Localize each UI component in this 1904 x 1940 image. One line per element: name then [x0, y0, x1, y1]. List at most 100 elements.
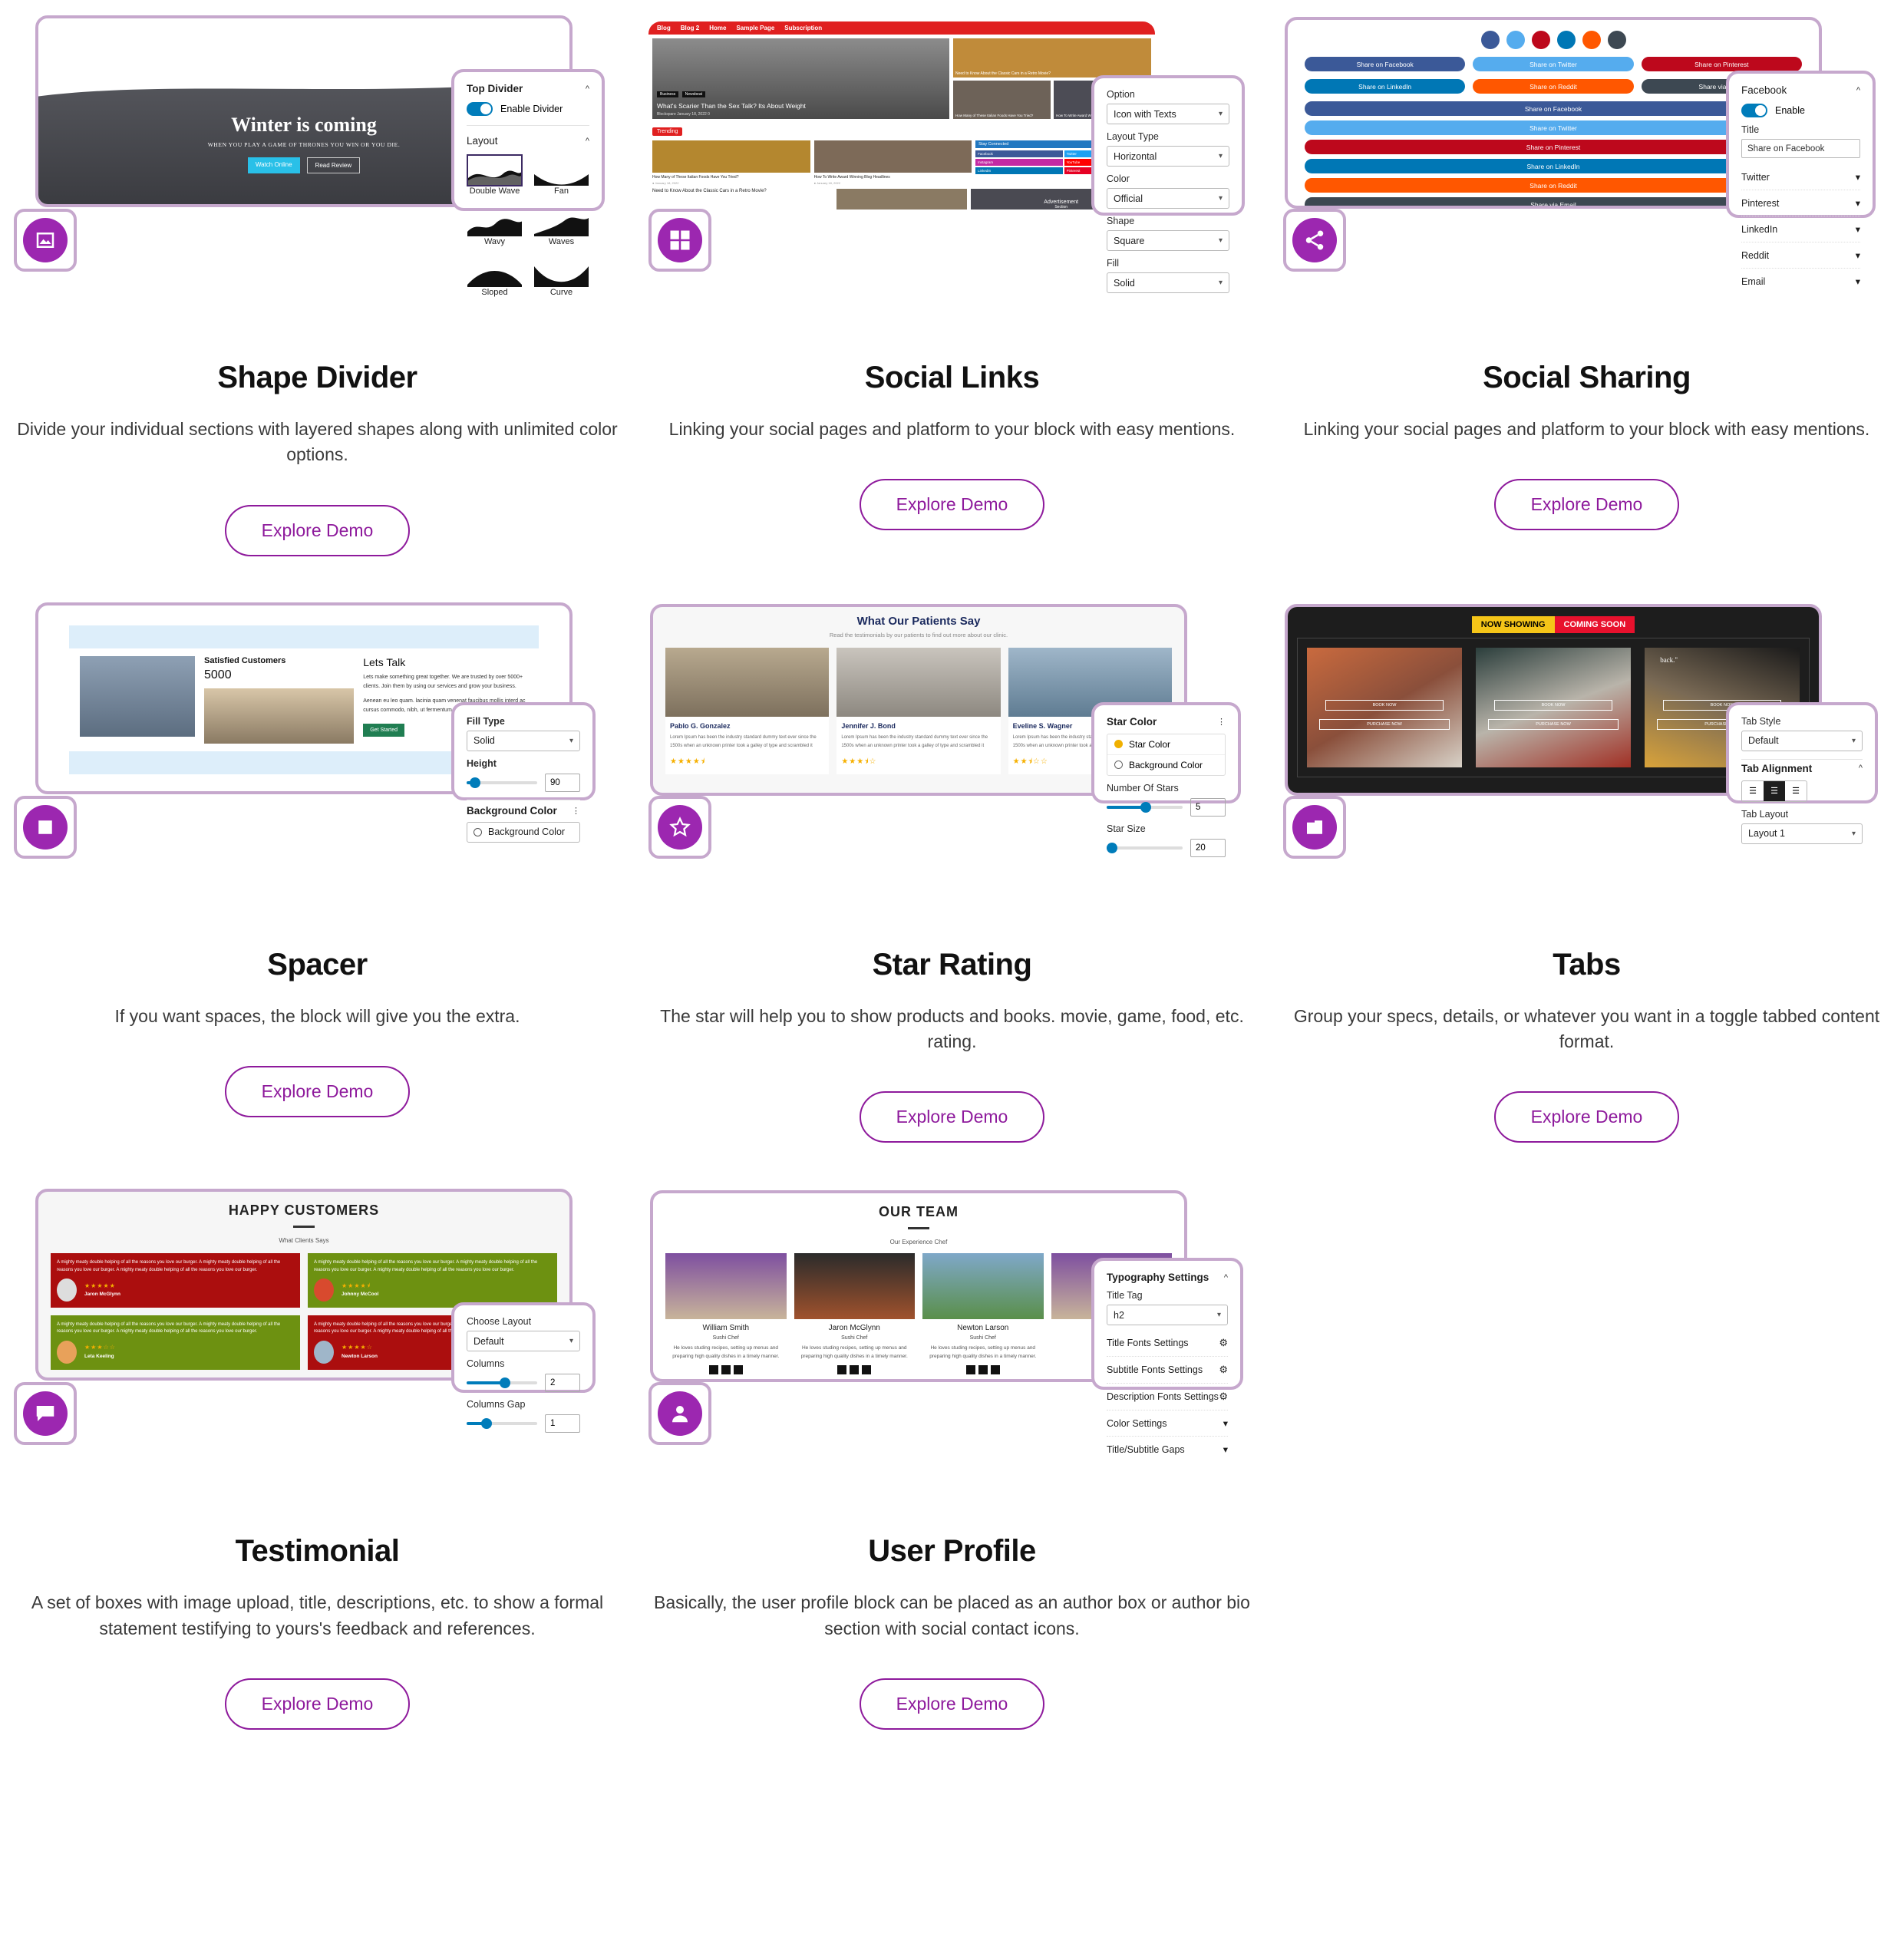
height-slider[interactable]	[467, 777, 537, 788]
accordion-email[interactable]: Email ▾	[1741, 269, 1860, 294]
bottom-card-title[interactable]: Need to Know About the Classic Cars in a…	[652, 189, 833, 210]
title-subtitle-gaps-row[interactable]: Title/Subtitle Gaps ▾	[1107, 1437, 1228, 1462]
star-size-row[interactable]: 20	[1107, 838, 1226, 857]
layout-option-curve[interactable]: Curve	[533, 256, 589, 297]
purchase-now-button[interactable]: PURCHASE NOW	[1319, 719, 1450, 731]
share-reddit-pill[interactable]: Share on Reddit	[1473, 79, 1634, 94]
radio-background-color[interactable]: Background Color	[1107, 755, 1225, 775]
align-center-icon[interactable]: ☰	[1764, 780, 1785, 801]
facebook-icon[interactable]	[708, 1365, 718, 1375]
purchase-now-button[interactable]: PURCHASE NOW	[1488, 719, 1619, 731]
gear-icon[interactable]: ⚙	[1219, 1337, 1228, 1349]
explore-demo-button[interactable]: Explore Demo	[859, 1678, 1045, 1730]
card-title-small[interactable]: Need to Know About the Classic Cars in a…	[955, 71, 1051, 76]
linkedin-icon[interactable]	[721, 1365, 731, 1375]
color-select[interactable]: Official ▾	[1107, 188, 1229, 209]
enable-divider-row[interactable]: Enable Divider	[467, 102, 589, 116]
color-settings-row[interactable]: Color Settings ▾	[1107, 1410, 1228, 1437]
panel-header[interactable]: Top Divider ^	[467, 83, 589, 94]
star-size-slider[interactable]	[1107, 842, 1183, 853]
email-icon[interactable]	[1607, 31, 1626, 49]
enable-row[interactable]: Enable	[1741, 104, 1860, 117]
star-color-header[interactable]: Star Color ⋮	[1107, 716, 1226, 728]
share-facebook-pill[interactable]: Share on Facebook	[1305, 57, 1466, 71]
enable-toggle[interactable]	[1741, 104, 1767, 117]
tab-style-select[interactable]: Default ▾	[1741, 730, 1863, 751]
linkedin-icon[interactable]	[1556, 31, 1576, 49]
radio-star-color[interactable]: Star Color	[1107, 734, 1225, 755]
layout-option-wavy[interactable]: Wavy	[467, 205, 523, 246]
accordion-pinterest[interactable]: Pinterest ▾	[1741, 190, 1860, 216]
star-size-value[interactable]: 20	[1190, 838, 1226, 857]
enable-divider-toggle[interactable]	[467, 102, 493, 116]
align-left-icon[interactable]: ☰	[1742, 781, 1764, 801]
layout-header[interactable]: Layout ^	[467, 135, 589, 147]
title-tag-select[interactable]: h2 ▾	[1107, 1305, 1228, 1326]
chevron-up-icon[interactable]: ^	[1224, 1273, 1228, 1282]
more-options-icon[interactable]: ⋮	[1217, 717, 1226, 727]
columns-gap-slider[interactable]	[467, 1418, 537, 1430]
pinterest-icon[interactable]	[1531, 31, 1550, 49]
explore-demo-button[interactable]: Explore Demo	[224, 1678, 411, 1730]
layout-option-double-wave[interactable]: Double Wave	[467, 154, 523, 196]
choose-layout-select[interactable]: Default ▾	[467, 1331, 580, 1352]
height-slider-row[interactable]: 90	[467, 773, 580, 792]
layout-option-waves[interactable]: Waves	[533, 205, 589, 246]
social-chip[interactable]: Instagram	[975, 159, 1063, 166]
chevron-up-icon[interactable]: ^	[586, 84, 589, 94]
linkedin-icon[interactable]	[978, 1365, 988, 1375]
nav-item[interactable]: Blog 2	[681, 25, 699, 31]
description-fonts-settings-row[interactable]: Description Fonts Settings ⚙	[1107, 1384, 1228, 1411]
watch-online-button[interactable]: Watch Online	[247, 157, 300, 173]
layout-option-sloped[interactable]: Sloped	[467, 256, 523, 297]
nav-item[interactable]: Sample Page	[736, 25, 774, 31]
title-fonts-settings-row[interactable]: Title Fonts Settings ⚙	[1107, 1330, 1228, 1358]
book-now-button[interactable]: BOOK NOW	[1494, 700, 1612, 711]
align-right-icon[interactable]: ☰	[1785, 781, 1807, 801]
tab-layout-select[interactable]: Layout 1 ▾	[1741, 823, 1863, 844]
share-linkedin-pill[interactable]: Share on LinkedIn	[1305, 79, 1466, 94]
chevron-up-icon[interactable]: ^	[1859, 764, 1863, 773]
typography-settings-header[interactable]: Typography Settings ^	[1107, 1272, 1228, 1283]
twitter-icon[interactable]	[1506, 31, 1525, 49]
tab-coming-soon[interactable]: COMING SOON	[1554, 615, 1635, 633]
get-started-button[interactable]: Get Started	[363, 724, 405, 737]
layout-option-fan[interactable]: Fan	[533, 154, 589, 196]
columns-gap-value[interactable]: 1	[545, 1414, 580, 1434]
feature-title[interactable]: What's Scarier Than the Sex Talk? Its Ab…	[657, 102, 924, 110]
fill-select[interactable]: Solid ▾	[1107, 272, 1229, 293]
nav-item[interactable]: Home	[709, 25, 726, 31]
tab-alignment-header[interactable]: Tab Alignment ^	[1741, 763, 1863, 774]
explore-demo-button[interactable]: Explore Demo	[224, 504, 411, 556]
background-color-option[interactable]: Background Color	[467, 821, 580, 843]
social-chip[interactable]: LinkedIn	[975, 167, 1063, 174]
facebook-icon[interactable]	[1480, 31, 1500, 49]
explore-demo-button[interactable]: Explore Demo	[1493, 1091, 1680, 1143]
chevron-up-icon[interactable]: ^	[586, 137, 589, 146]
twitter-icon[interactable]	[733, 1365, 743, 1375]
facebook-icon[interactable]	[837, 1365, 847, 1375]
twitter-icon[interactable]	[862, 1365, 872, 1375]
columns-value[interactable]: 2	[545, 1374, 580, 1393]
gear-icon[interactable]: ⚙	[1219, 1364, 1228, 1376]
linkedin-icon[interactable]	[850, 1365, 860, 1375]
number-of-stars-slider[interactable]	[1107, 801, 1183, 813]
read-review-button[interactable]: Read Review	[306, 157, 361, 173]
subtitle-fonts-settings-row[interactable]: Subtitle Fonts Settings ⚙	[1107, 1357, 1228, 1384]
columns-row[interactable]: 2	[467, 1374, 580, 1393]
panel-header[interactable]: Facebook ^	[1741, 84, 1860, 96]
explore-demo-button[interactable]: Explore Demo	[224, 1066, 411, 1118]
title-input[interactable]: Share on Facebook	[1741, 139, 1860, 158]
explore-demo-button[interactable]: Explore Demo	[1493, 479, 1680, 531]
accordion-reddit[interactable]: Reddit ▾	[1741, 242, 1860, 269]
nav-item[interactable]: Subscription	[784, 25, 822, 31]
chevron-up-icon[interactable]: ^	[1856, 86, 1860, 95]
explore-demo-button[interactable]: Explore Demo	[859, 1091, 1045, 1143]
social-chip[interactable]: Facebook	[975, 150, 1063, 157]
number-of-stars-row[interactable]: 5	[1107, 797, 1226, 817]
shape-select[interactable]: Square ▾	[1107, 230, 1229, 251]
height-value[interactable]: 90	[545, 773, 580, 792]
book-now-button[interactable]: BOOK NOW	[1325, 700, 1444, 711]
twitter-icon[interactable]	[990, 1365, 1000, 1375]
share-pinterest-pill[interactable]: Share on Pinterest	[1641, 57, 1802, 71]
